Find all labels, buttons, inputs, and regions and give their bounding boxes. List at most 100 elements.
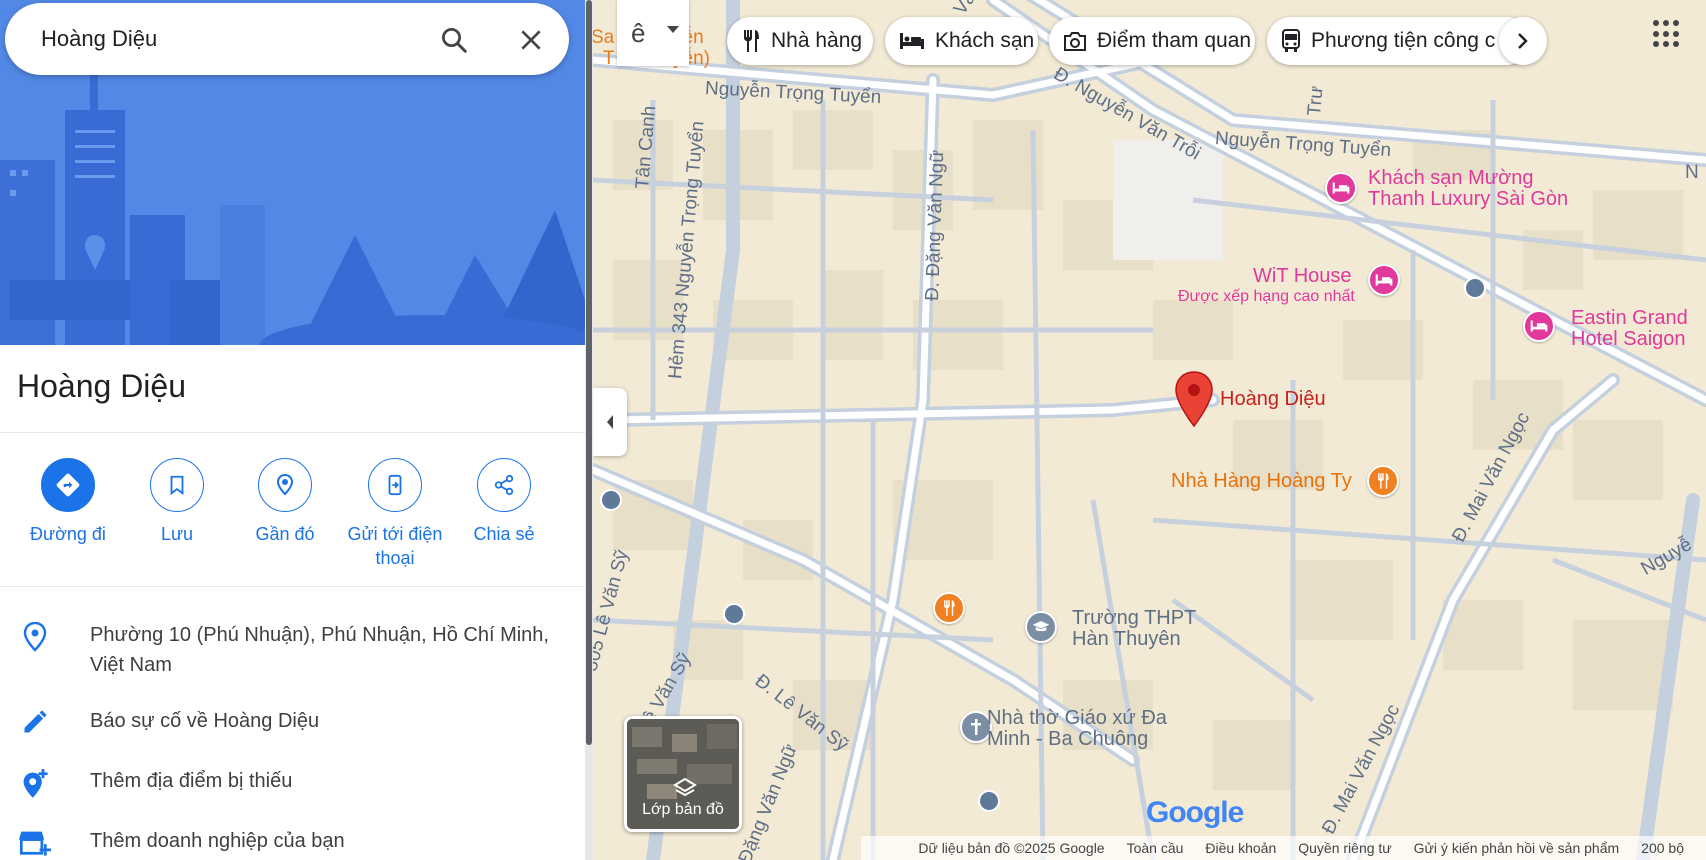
fork-knife-icon [1378,473,1389,489]
scale-label[interactable]: 200 bộ [1641,840,1684,856]
hotel-pin[interactable] [1325,172,1357,204]
restaurant-pin[interactable] [933,592,965,624]
directions-icon [41,458,95,512]
restaurant-label[interactable]: Nhà Hàng Hoàng Ty [1171,471,1352,492]
send-to-phone-button[interactable]: Gửi tới điện thoại [340,458,450,570]
add-business-icon [0,826,90,858]
selected-place-label[interactable]: Hoàng Diệu [1220,389,1326,410]
address-row[interactable]: Phường 10 (Phú Nhuận), Phú Nhuận, Hồ Chí… [0,620,585,680]
fork-knife-icon [741,29,761,53]
bed-icon [1530,320,1548,332]
language-glyph: ê [631,18,646,48]
transit-stop-icon[interactable] [978,790,1000,812]
report-text: Báo sự cố về Hoàng Diệu [90,710,320,732]
selected-place-marker[interactable] [1174,370,1214,433]
chip-transit[interactable]: Phương tiện công c [1267,17,1531,65]
chip-label: Khách sạn [935,29,1035,52]
nearby-label: Gần đó [255,524,315,544]
global-link[interactable]: Toàn cầu [1127,840,1184,856]
share-button[interactable]: Chia sẻ [449,458,559,546]
nearby-icon [258,458,312,512]
divider [0,432,585,433]
map-language-control[interactable]: ê [617,0,689,66]
transit-stop-icon[interactable] [1464,277,1486,299]
hotel-pin[interactable] [1523,310,1555,342]
google-logo: Google [1146,796,1244,830]
google-logo-text: Google [1146,796,1244,829]
report-row[interactable]: Báo sự cố về Hoàng Diệu [0,706,585,736]
hotel-pin[interactable] [1368,264,1400,296]
church-label[interactable]: Nhà thờ Giáo xứ Đa Minh - Ba Chuông [987,708,1167,750]
address-text: Phường 10 (Phú Nhuận), Phú Nhuận, Hồ Chí… [90,624,549,676]
graduation-cap-icon [1032,621,1050,632]
map-footer: Dữ liệu bản đồ ©2025 Google Toàn cầu Điề… [593,836,1706,860]
share-icon [477,458,531,512]
chip-label: Điểm tham quan [1097,29,1252,52]
side-panel: Hoàng Diệu Đường đi Lưu Gần đó Gửi tới đ… [0,0,585,860]
transit-stop-icon[interactable] [723,603,745,625]
save-label: Lưu [160,524,194,544]
bookmark-icon [150,458,204,512]
poi-label-partial: T [603,48,615,69]
map-canvas[interactable]: Nguyễn Trọng Tuyển Nguyễn Trọng Tuyển Đ.… [593,0,1706,860]
map-data-credit: Dữ liệu bản đồ ©2025 Google [918,840,1105,856]
search-input[interactable] [41,21,421,57]
feedback-link[interactable]: Gửi ý kiến phản hồi về sản phẩm [1414,840,1620,856]
add-business-row[interactable]: Thêm doanh nghiệp của bạn [0,826,585,858]
add-business-text: Thêm doanh nghiệp của bạn [90,830,345,852]
street-label: Trư [1304,85,1328,117]
send-to-phone-label: Gửi tới điện thoại [347,524,443,568]
directions-label: Đường đi [30,524,106,544]
chevron-down-icon[interactable] [667,26,679,33]
chevron-right-icon [1518,33,1528,49]
nearby-button[interactable]: Gần đó [230,458,340,546]
scrollbar-thumb[interactable] [586,0,592,745]
chip-label: Nhà hàng [771,29,863,52]
chips-scroll-right-button[interactable] [1499,17,1547,65]
phone-send-icon [368,458,422,512]
map-layers-button[interactable]: Lớp bản đồ [624,716,742,832]
hotel-label[interactable]: Khách sạn Mường Thanh Luxury Sài Gòn [1368,168,1568,210]
add-location-icon [0,766,90,800]
place-title: Hoàng Diệu [17,368,186,404]
chip-attractions[interactable]: Điểm tham quan [1049,17,1255,65]
chip-restaurants[interactable]: Nhà hàng [727,17,873,65]
cross-icon [971,719,981,735]
pencil-icon [0,706,90,736]
layers-label: Lớp bản đồ [642,801,724,818]
bed-icon [899,31,925,51]
search-box [5,3,569,75]
add-place-row[interactable]: Thêm địa điểm bị thiếu [0,766,585,800]
panel-scrollbar[interactable] [585,0,593,860]
camera-icon [1063,30,1087,52]
hotel-label[interactable]: WiT House [1253,266,1352,287]
fork-knife-icon [944,600,955,616]
hotel-sublabel: Được xếp hạng cao nhất [1178,288,1355,305]
add-place-text: Thêm địa điểm bị thiếu [90,770,293,792]
restaurant-pin[interactable] [1367,465,1399,497]
chevron-left-icon [607,415,613,429]
bus-icon [1281,29,1301,53]
hotel-label[interactable]: Eastin Grand Hotel Saigon [1571,308,1688,350]
save-button[interactable]: Lưu [122,458,232,546]
bed-icon [1375,274,1393,286]
share-label: Chia sẻ [473,524,535,544]
location-pin-icon [0,620,90,652]
bed-icon [1332,182,1350,194]
school-pin[interactable] [1025,611,1057,643]
privacy-link[interactable]: Quyền riêng tư [1298,840,1391,856]
search-icon[interactable] [437,23,471,57]
divider [0,586,585,587]
directions-button[interactable]: Đường đi [13,458,123,546]
school-label[interactable]: Trường THPT Hàn Thuyên [1072,608,1196,650]
chip-label: Phương tiện công c [1311,29,1496,52]
transit-stop-icon[interactable] [600,489,622,511]
poi-label-partial: Sa [593,27,615,48]
collapse-panel-button[interactable] [593,388,627,456]
chip-hotels[interactable]: Khách sạn [885,17,1038,65]
layers-icon [673,777,697,804]
close-icon[interactable] [514,23,548,57]
apps-grid-icon[interactable] [1653,20,1681,48]
terms-link[interactable]: Điều khoản [1205,840,1276,856]
street-label: N [1685,162,1699,183]
